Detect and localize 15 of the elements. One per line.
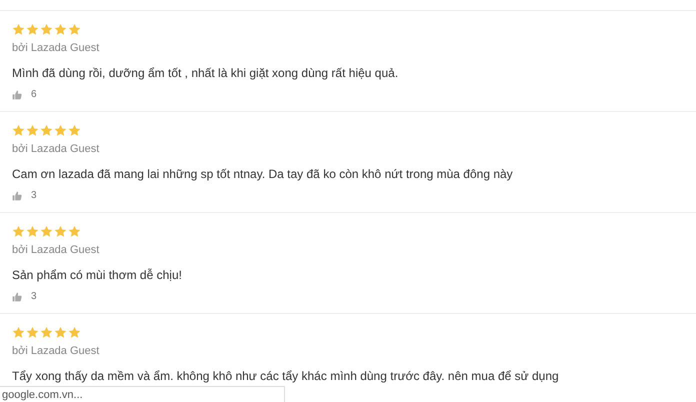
review-author: bởi Lazada Guest xyxy=(12,244,100,256)
review-author: bởi Lazada Guest xyxy=(12,42,100,54)
thumbs-up-icon[interactable] xyxy=(12,90,22,100)
review-author: bởi Lazada Guest xyxy=(12,345,100,357)
review-author: bởi Lazada Guest xyxy=(12,143,100,155)
thumbs-up-icon[interactable] xyxy=(12,190,22,200)
thumbs-up-icon[interactable] xyxy=(12,292,22,302)
review-text: Mình đã dùng rồi, dưỡng ẩm tốt , nhất là khi giặt xong dùng rất hiệu quả. xyxy=(12,66,400,80)
review-text: Cam ơn lazada đã mang lai những sp tốt ntnay. Da tay đã ko còn khô nứt trong mùa đông này xyxy=(12,167,514,181)
review-text: Sản phẩm có mùi thơm dễ chịu! xyxy=(12,268,183,282)
status-bar: google.com.vn... xyxy=(0,386,285,402)
like-count: 3 xyxy=(31,291,37,302)
like-count: 6 xyxy=(31,89,37,100)
like-count: 3 xyxy=(31,190,37,201)
review-text: Tẩy xong thấy da mềm và ẩm. không khô như các tẩy khác mình dùng trước đây. nên mua để sử dụng xyxy=(12,369,560,383)
